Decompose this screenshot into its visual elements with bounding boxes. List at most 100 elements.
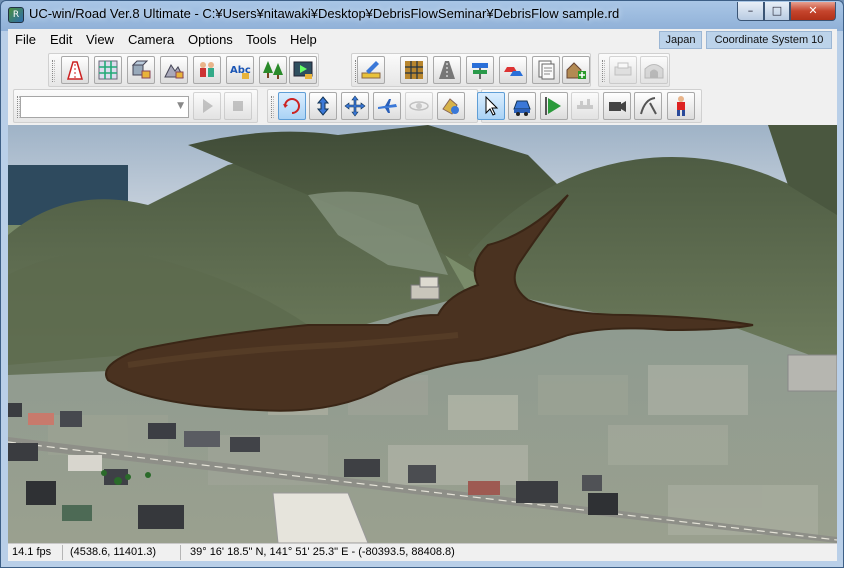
pan-button[interactable] <box>341 92 369 120</box>
people-button[interactable] <box>193 56 221 84</box>
toolbar-grip[interactable] <box>52 60 55 82</box>
road-edit-icon <box>66 61 84 80</box>
fly-icon <box>378 99 397 113</box>
tunnel-icon <box>644 64 664 79</box>
print-button[interactable] <box>609 56 637 84</box>
text-abc-icon: Abc <box>230 65 251 79</box>
debris-icon <box>442 98 459 115</box>
scenario-button[interactable] <box>289 56 317 84</box>
rotate-view-button[interactable] <box>278 92 306 120</box>
status-separator <box>62 545 63 560</box>
road-edit-button[interactable] <box>61 56 89 84</box>
documents-icon <box>538 60 555 80</box>
orbit-button[interactable] <box>405 92 433 120</box>
pan-icon <box>344 95 366 117</box>
terrain-scene <box>8 125 837 543</box>
ruler-edit-icon <box>361 61 381 79</box>
status-bar: 14.1 fps (4538.6, 11401.3) 39° 16' 18.5"… <box>8 543 837 561</box>
debris-button[interactable] <box>437 92 465 120</box>
position-readout: (4538.6, 11401.3) <box>70 546 157 558</box>
model-3d-icon <box>131 60 151 79</box>
documents-button[interactable] <box>532 56 560 84</box>
toolbar-grip[interactable] <box>271 96 274 118</box>
menu-options[interactable]: Options <box>188 32 233 47</box>
menu-edit[interactable]: Edit <box>50 32 72 47</box>
close-icon: ✕ <box>808 4 818 17</box>
coordinate-system-tag[interactable]: Coordinate System 10 <box>706 31 832 49</box>
play-button[interactable] <box>193 92 221 120</box>
trees-button[interactable] <box>259 56 287 84</box>
grid-map-button[interactable] <box>400 56 428 84</box>
tunnel-button[interactable] <box>640 56 668 84</box>
road-button[interactable] <box>433 56 461 84</box>
toolbar-output <box>598 53 670 87</box>
scenario-icon <box>293 61 313 79</box>
terrain-icon <box>164 64 184 79</box>
ruler-edit-button[interactable] <box>357 56 385 84</box>
maximize-button[interactable]: □ <box>764 2 790 21</box>
signpost-button[interactable] <box>466 56 494 84</box>
menu-file[interactable]: File <box>15 32 36 47</box>
signpost-icon <box>472 63 488 79</box>
vehicle-view-icon <box>513 100 531 116</box>
toolbar-edit <box>351 53 591 87</box>
menu-bar: File Edit View Camera Options Tools Help… <box>8 29 837 51</box>
people-icon <box>200 62 214 77</box>
pedestrian-icon <box>677 96 685 116</box>
print-icon <box>614 62 632 76</box>
flag-icon <box>545 97 561 115</box>
region-tag[interactable]: Japan <box>659 31 702 49</box>
menu-camera[interactable]: Camera <box>128 32 174 47</box>
menu-help[interactable]: Help <box>290 32 317 47</box>
scenario-select[interactable]: ▼ <box>20 96 189 118</box>
stop-icon <box>233 101 243 111</box>
app-logo-icon: R <box>8 7 24 23</box>
flag-button[interactable] <box>540 92 568 120</box>
geo-coordinates-readout: 39° 16' 18.5" N, 141° 51' 25.3" E - (-80… <box>190 546 455 558</box>
fps-readout: 14.1 fps <box>12 546 52 558</box>
road-icon <box>439 61 455 79</box>
grid-map-icon <box>405 61 423 79</box>
text-abc-button[interactable]: Abc <box>226 56 254 84</box>
play-icon <box>203 99 213 113</box>
chevron-down-icon: ▼ <box>177 101 184 111</box>
status-separator <box>180 545 181 560</box>
fly-button[interactable] <box>373 92 401 120</box>
maximize-icon: □ <box>771 4 783 17</box>
up-down-button[interactable] <box>309 92 337 120</box>
camera-button[interactable] <box>603 92 631 120</box>
title-bar[interactable]: R UC-win/Road Ver.8 Ultimate - C:¥Users¥… <box>1 1 843 29</box>
cars-button[interactable] <box>499 56 527 84</box>
3d-viewport[interactable] <box>8 125 837 543</box>
crane-icon <box>577 99 593 109</box>
rotate-icon <box>283 98 300 114</box>
crane-button[interactable] <box>571 92 599 120</box>
toolbar-area: Abc ▼ <box>8 51 837 125</box>
vehicle-view-button[interactable] <box>508 92 536 120</box>
up-down-icon <box>316 96 330 116</box>
intersection-icon <box>98 60 118 80</box>
toolbar-main: Abc <box>48 53 319 87</box>
minimize-button[interactable]: – <box>737 2 764 21</box>
camera-icon <box>609 101 626 112</box>
app-window: R UC-win/Road Ver.8 Ultimate - C:¥Users¥… <box>0 0 844 568</box>
close-button[interactable]: ✕ <box>790 2 836 21</box>
transit-button[interactable] <box>634 92 662 120</box>
house-add-icon <box>566 62 586 79</box>
orbit-icon <box>409 101 429 111</box>
stop-button[interactable] <box>224 92 252 120</box>
model-3d-button[interactable] <box>127 56 155 84</box>
terrain-button[interactable] <box>160 56 188 84</box>
trees-icon <box>263 61 283 79</box>
menu-tools[interactable]: Tools <box>246 32 276 47</box>
pedestrian-button[interactable] <box>667 92 695 120</box>
window-title: UC-win/Road Ver.8 Ultimate - C:¥Users¥ni… <box>29 6 620 21</box>
minimize-icon: – <box>747 4 754 17</box>
transit-icon <box>640 97 657 115</box>
pointer-button[interactable] <box>477 92 505 120</box>
toolbar-grip[interactable] <box>602 60 605 82</box>
house-add-button[interactable] <box>562 56 590 84</box>
menu-view[interactable]: View <box>86 32 114 47</box>
intersection-button[interactable] <box>94 56 122 84</box>
cars-icon <box>504 67 523 76</box>
